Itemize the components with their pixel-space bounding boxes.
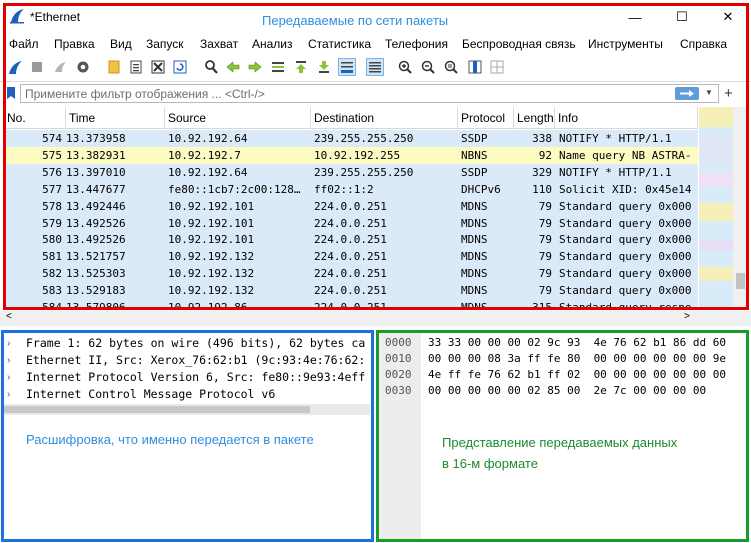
annotation-frame-details [1, 330, 374, 542]
annotation-frame-packets [3, 3, 749, 310]
scroll-left-icon[interactable]: < [6, 311, 12, 322]
horizontal-scrollbar[interactable]: < > [0, 311, 751, 326]
annotation-frame-bytes [376, 330, 749, 542]
scroll-right-icon[interactable]: > [684, 311, 690, 322]
